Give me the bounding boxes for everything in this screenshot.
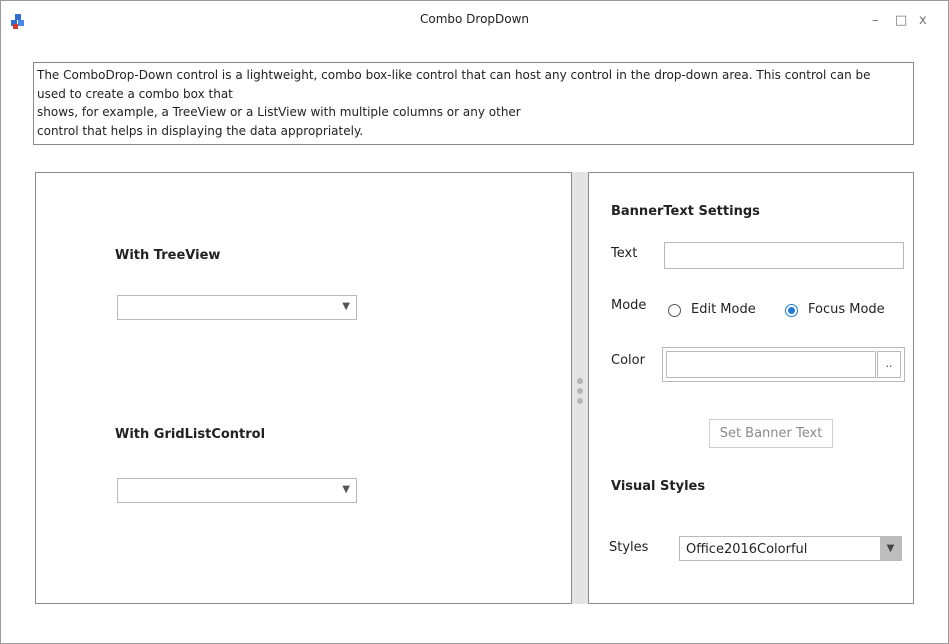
banner-settings-heading: BannerText Settings xyxy=(611,204,760,219)
focus-mode-radio[interactable] xyxy=(785,304,798,317)
styles-select[interactable]: Office2016Colorful ▼ xyxy=(679,536,902,561)
edit-mode-label[interactable]: Edit Mode xyxy=(691,302,756,317)
combo-demo-panel xyxy=(35,172,572,604)
color-label: Color xyxy=(611,353,645,368)
focus-mode-label[interactable]: Focus Mode xyxy=(808,302,885,317)
grip-dot-icon xyxy=(577,378,583,384)
description-line: shows, for example, a TreeView or a List… xyxy=(37,105,521,120)
chevron-down-icon[interactable]: ▼ xyxy=(342,301,350,312)
styles-label: Styles xyxy=(609,540,649,555)
grip-dot-icon xyxy=(577,398,583,404)
panel-splitter[interactable] xyxy=(572,172,588,604)
styles-selected-value: Office2016Colorful xyxy=(686,542,808,557)
gridlist-combo[interactable]: ▼ xyxy=(117,478,357,503)
color-value-field[interactable] xyxy=(666,351,876,378)
chevron-down-icon[interactable]: ▼ xyxy=(342,484,350,495)
gridlist-heading: With GridListControl xyxy=(115,427,266,442)
color-browse-button[interactable]: .. xyxy=(877,351,901,378)
close-button[interactable]: x xyxy=(919,13,927,28)
description-line: The ComboDrop-Down control is a lightwei… xyxy=(37,68,871,82)
description-line: used to create a combo box that xyxy=(37,86,233,101)
set-banner-text-button[interactable]: Set Banner Text xyxy=(709,419,833,448)
treeview-combo[interactable]: ▼ xyxy=(117,295,357,320)
edit-mode-radio[interactable] xyxy=(668,304,681,317)
visual-styles-heading: Visual Styles xyxy=(611,479,706,494)
color-picker: .. xyxy=(662,347,905,382)
text-label: Text xyxy=(611,246,638,261)
description-box: The ComboDrop-Down control is a lightwei… xyxy=(33,62,914,145)
minimize-button[interactable]: – xyxy=(872,13,879,28)
banner-text-input[interactable] xyxy=(664,242,904,269)
treeview-heading: With TreeView xyxy=(115,248,221,263)
mode-label: Mode xyxy=(611,298,647,313)
maximize-button[interactable]: □ xyxy=(895,13,907,28)
grip-dot-icon xyxy=(577,388,583,394)
chevron-down-icon[interactable]: ▼ xyxy=(880,537,901,560)
description-line: control that helps in displaying the dat… xyxy=(37,123,364,138)
window-title: Combo DropDown xyxy=(419,12,530,26)
